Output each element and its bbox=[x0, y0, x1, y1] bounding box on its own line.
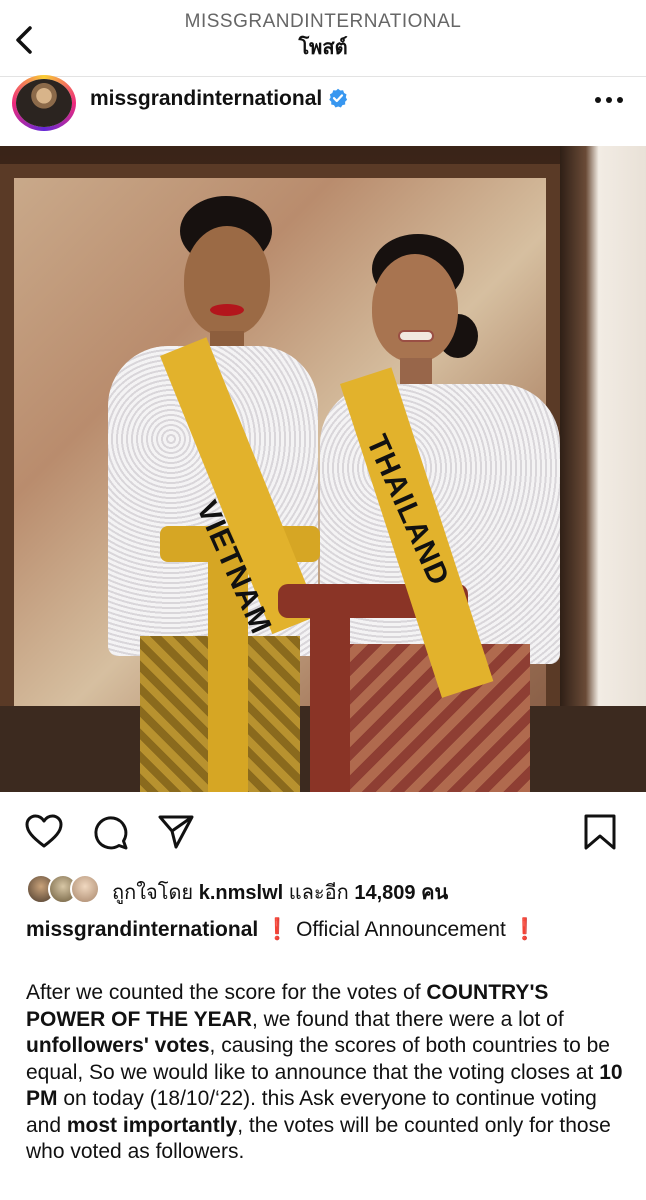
liker-avatars bbox=[26, 874, 106, 904]
caption-headline: missgrandinternational ❗ Official Announ… bbox=[26, 918, 538, 942]
likes-row[interactable]: ถูกใจโดย k.nmslwl และอีก 14,809 คน bbox=[26, 870, 626, 910]
exclamation-icon: ❗ bbox=[264, 918, 291, 941]
heart-icon bbox=[25, 814, 63, 848]
header-account-name: MISSGRANDINTERNATIONAL bbox=[184, 11, 462, 32]
save-button[interactable] bbox=[580, 812, 620, 852]
top-bar: MISSGRANDINTERNATIONAL โพสต์ bbox=[0, 0, 646, 76]
liker-username[interactable]: k.nmslwl bbox=[199, 882, 283, 904]
caption-username[interactable]: missgrandinternational bbox=[26, 918, 258, 941]
caption-headline-text: Official Announcement bbox=[296, 918, 506, 941]
caption-body: After we counted the score for the votes… bbox=[26, 981, 623, 1163]
post-actions bbox=[0, 800, 646, 860]
exclamation-icon: ❗ bbox=[511, 918, 538, 941]
person-left: VIETNAM bbox=[100, 196, 330, 792]
likes-count[interactable]: 14,809 bbox=[354, 882, 415, 904]
page-title: โพสต์ bbox=[298, 37, 348, 59]
post-header: missgrandinternational bbox=[0, 75, 646, 145]
post-username[interactable]: missgrandinternational bbox=[90, 87, 348, 111]
comment-button[interactable] bbox=[90, 812, 130, 852]
share-button[interactable] bbox=[156, 812, 196, 852]
verified-badge-icon bbox=[329, 88, 348, 108]
likes-text: ถูกใจโดย k.nmslwl และอีก 14,809 คน bbox=[112, 882, 449, 904]
comment-icon bbox=[94, 816, 128, 850]
avatar-story-ring[interactable] bbox=[12, 75, 76, 131]
wall bbox=[560, 146, 646, 792]
username-text[interactable]: missgrandinternational bbox=[90, 87, 322, 110]
bookmark-icon bbox=[584, 814, 616, 850]
share-icon bbox=[158, 815, 194, 849]
avatar bbox=[16, 79, 72, 127]
avatar bbox=[70, 874, 100, 904]
like-button[interactable] bbox=[24, 812, 64, 852]
person-right: THAILAND bbox=[278, 234, 560, 792]
more-options-icon[interactable] bbox=[594, 95, 624, 105]
post-image[interactable]: VIETNAM THAILAND bbox=[0, 146, 646, 792]
